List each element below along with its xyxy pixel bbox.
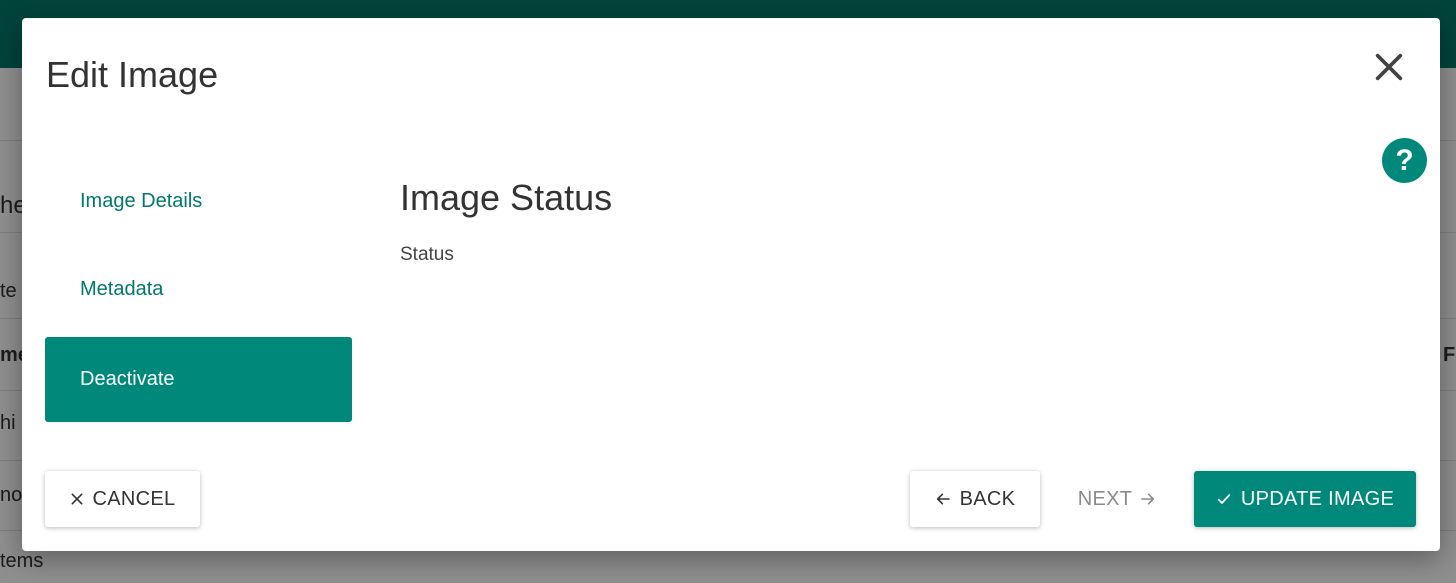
- cancel-label: CANCEL: [92, 487, 176, 510]
- edit-image-dialog: Edit Image ? Image Details Metadata Deac…: [22, 18, 1440, 551]
- close-button[interactable]: [1366, 44, 1412, 90]
- update-image-button[interactable]: UPDATE IMAGE: [1194, 471, 1416, 527]
- arrow-left-icon: [935, 491, 951, 507]
- step-image-details[interactable]: Image Details: [45, 159, 352, 244]
- update-label: UPDATE IMAGE: [1240, 487, 1395, 510]
- close-icon: [70, 492, 84, 506]
- back-button[interactable]: BACK: [910, 471, 1040, 527]
- cancel-button[interactable]: CANCEL: [45, 471, 200, 527]
- back-label: BACK: [959, 487, 1016, 510]
- step-label: Deactivate: [80, 368, 175, 390]
- dialog-title: Edit Image: [46, 54, 219, 95]
- arrow-right-icon: [1140, 491, 1156, 507]
- next-button[interactable]: NEXT: [1062, 471, 1172, 527]
- status-label: Status: [400, 244, 454, 265]
- help-icon: ?: [1395, 143, 1414, 177]
- step-metadata[interactable]: Metadata: [45, 247, 352, 332]
- check-icon: [1216, 491, 1232, 507]
- close-icon: [1375, 53, 1403, 81]
- next-label: NEXT: [1077, 487, 1133, 510]
- step-label: Image Details: [80, 190, 203, 212]
- step-deactivate[interactable]: Deactivate: [45, 337, 352, 422]
- step-label: Metadata: [80, 278, 164, 300]
- help-button[interactable]: ?: [1382, 138, 1427, 183]
- section-title: Image Status: [400, 177, 613, 218]
